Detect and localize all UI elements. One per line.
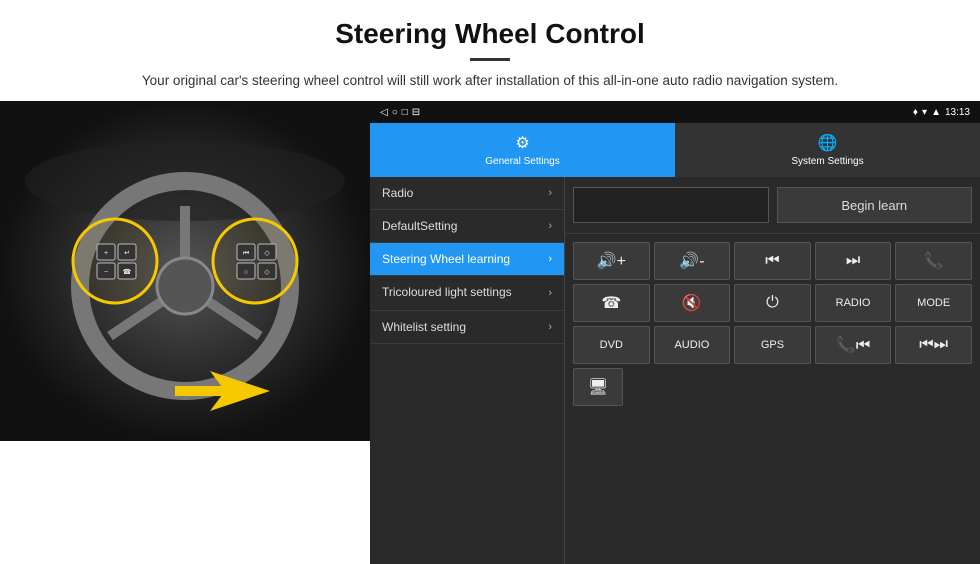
menu-item-default[interactable]: DefaultSetting › <box>370 210 564 243</box>
gps-button[interactable]: GPS <box>734 326 811 364</box>
content-area: + ↵ − ☎ ⏮ ◇ ○ ◇ <box>0 101 980 564</box>
dvd-label: DVD <box>600 339 623 351</box>
menu-item-steering[interactable]: Steering Wheel learning › <box>370 243 564 276</box>
prev-track-icon: ⏮ <box>765 252 779 270</box>
controls-row-3: DVD AUDIO GPS 📞⏮ <box>573 326 972 364</box>
tricoloured-arrow-icon: › <box>548 287 552 299</box>
next-track-icon: ⏭ <box>846 252 860 270</box>
steering-arrow-icon: › <box>548 253 552 265</box>
svg-text:◇: ◇ <box>264 269 270 276</box>
android-ui: ◁ ○ □ ⊟ ♦ ▾ ▲ 13:13 ⚙ General Settings <box>370 101 980 564</box>
tab-system-label: System Settings <box>791 156 863 167</box>
call-button[interactable]: 📞 <box>895 242 972 280</box>
radio-label: RADIO <box>836 297 871 309</box>
header-section: Steering Wheel Control Your original car… <box>0 0 980 101</box>
answer-button[interactable]: ☎ <box>573 284 650 322</box>
wifi-icon: ▾ <box>922 107 927 118</box>
signal-icon: ▲ <box>931 107 941 118</box>
controls-row-1: 🔊+ 🔊- ⏮ ⏭ 📞 <box>573 242 972 280</box>
svg-text:−: − <box>104 269 108 276</box>
mute-icon: 🔇 <box>682 293 702 313</box>
svg-text:+: + <box>104 250 108 257</box>
begin-learn-button[interactable]: Begin learn <box>777 187 973 223</box>
whitelist-arrow-icon: › <box>548 321 552 333</box>
audio-label: AUDIO <box>674 339 709 351</box>
controls-panel: Begin learn 🔊+ 🔊- <box>565 177 980 564</box>
menu-item-radio[interactable]: Radio › <box>370 177 564 210</box>
call-prev-button[interactable]: 📞⏮ <box>815 326 892 364</box>
radio-arrow-icon: › <box>548 187 552 199</box>
dvd-button[interactable]: DVD <box>573 326 650 364</box>
menu-icon[interactable]: ⊟ <box>412 107 420 118</box>
power-button[interactable]: ⏻ <box>734 284 811 322</box>
status-bar: ◁ ○ □ ⊟ ♦ ▾ ▲ 13:13 <box>370 101 980 123</box>
empty-input-box <box>573 187 769 223</box>
steering-wheel-svg: + ↵ − ☎ ⏮ ◇ ○ ◇ <box>0 101 370 441</box>
menu-item-whitelist[interactable]: Whitelist setting › <box>370 311 564 344</box>
radio-button[interactable]: RADIO <box>815 284 892 322</box>
svg-text:◇: ◇ <box>264 250 270 257</box>
call-icon: 📞 <box>924 251 944 271</box>
screen-button[interactable]: 🖥 <box>573 368 623 406</box>
controls-row-2: ☎ 🔇 ⏻ RADIO MOD <box>573 284 972 322</box>
location-icon: ♦ <box>913 107 918 118</box>
answer-icon: ☎ <box>601 293 621 313</box>
svg-text:↵: ↵ <box>124 250 130 257</box>
subtitle-text: Your original car's steering wheel contr… <box>140 71 840 91</box>
audio-button[interactable]: AUDIO <box>654 326 731 364</box>
menu-list: Radio › DefaultSetting › Steering Wheel … <box>370 177 565 564</box>
screen-icon: 🖥 <box>588 377 608 397</box>
recents-icon[interactable]: □ <box>402 107 408 118</box>
system-settings-icon: 🌐 <box>818 133 838 153</box>
tab-general-label: General Settings <box>485 156 560 167</box>
svg-text:☎: ☎ <box>123 268 132 276</box>
mode-button[interactable]: MODE <box>895 284 972 322</box>
general-settings-icon: ⚙ <box>515 133 529 153</box>
car-image-section: + ↵ − ☎ ⏮ ◇ ○ ◇ <box>0 101 370 441</box>
call-prev-icon: 📞⏮ <box>836 335 870 355</box>
power-icon: ⏻ <box>766 294 779 312</box>
skip-button[interactable]: ⏮⏭ <box>895 326 972 364</box>
gps-label: GPS <box>761 339 784 351</box>
top-row: Begin learn <box>565 177 980 234</box>
skip-icon: ⏮⏭ <box>919 336 948 354</box>
home-icon[interactable]: ○ <box>392 107 398 118</box>
svg-text:○: ○ <box>244 269 248 276</box>
vol-down-button[interactable]: 🔊- <box>654 242 731 280</box>
menu-item-tricoloured[interactable]: Tricoloured light settings › <box>370 276 564 311</box>
controls-grid: 🔊+ 🔊- ⏮ ⏭ 📞 <box>565 234 980 414</box>
title-divider <box>470 58 510 61</box>
car-background: + ↵ − ☎ ⏮ ◇ ○ ◇ <box>0 101 370 441</box>
next-track-button[interactable]: ⏭ <box>815 242 892 280</box>
status-icons: ♦ ▾ ▲ 13:13 <box>913 107 970 118</box>
tab-bar: ⚙ General Settings 🌐 System Settings <box>370 123 980 177</box>
main-content: Radio › DefaultSetting › Steering Wheel … <box>370 177 980 564</box>
page-container: Steering Wheel Control Your original car… <box>0 0 980 564</box>
tab-general-settings[interactable]: ⚙ General Settings <box>370 123 675 177</box>
mode-label: MODE <box>917 297 950 309</box>
page-title: Steering Wheel Control <box>40 18 940 50</box>
prev-track-button[interactable]: ⏮ <box>734 242 811 280</box>
time-display: 13:13 <box>945 107 970 118</box>
nav-buttons: ◁ ○ □ ⊟ <box>380 107 420 118</box>
controls-row-4: 🖥 <box>573 368 972 406</box>
vol-up-button[interactable]: 🔊+ <box>573 242 650 280</box>
svg-text:⏮: ⏮ <box>243 250 249 257</box>
mute-button[interactable]: 🔇 <box>654 284 731 322</box>
default-arrow-icon: › <box>548 220 552 232</box>
back-icon[interactable]: ◁ <box>380 107 388 118</box>
vol-down-icon: 🔊- <box>679 251 704 271</box>
vol-up-icon: 🔊+ <box>597 251 626 271</box>
tab-system-settings[interactable]: 🌐 System Settings <box>675 123 980 177</box>
